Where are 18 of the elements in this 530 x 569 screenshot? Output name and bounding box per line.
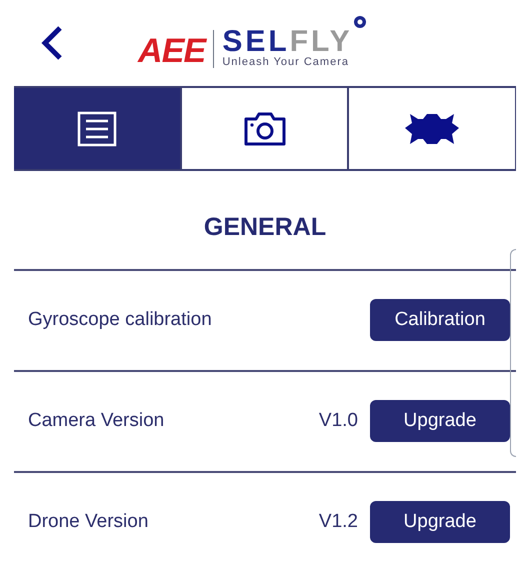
- action-button[interactable]: Upgrade: [370, 501, 510, 543]
- section-title: GENERAL: [204, 212, 326, 243]
- setting-label: Gyroscope calibration: [28, 308, 213, 332]
- setting-label: Drone Version: [28, 510, 150, 534]
- tagline: Unleash Your Camera: [222, 56, 350, 68]
- camera-icon: [242, 110, 288, 146]
- aperture-icon: [352, 14, 367, 28]
- version-text: V1.0: [318, 408, 358, 433]
- list-icon: [76, 110, 117, 146]
- brand-name: SELFLY: [222, 26, 353, 56]
- tab[interactable]: [14, 88, 180, 169]
- setting-label: Camera Version: [28, 408, 166, 433]
- logo-mark: AEE: [138, 34, 206, 68]
- back-icon: [41, 25, 63, 61]
- action-button[interactable]: Upgrade: [370, 400, 510, 442]
- drone-icon: [405, 114, 460, 144]
- action-button[interactable]: Calibration: [370, 299, 510, 341]
- version-text: V1.2: [318, 510, 358, 534]
